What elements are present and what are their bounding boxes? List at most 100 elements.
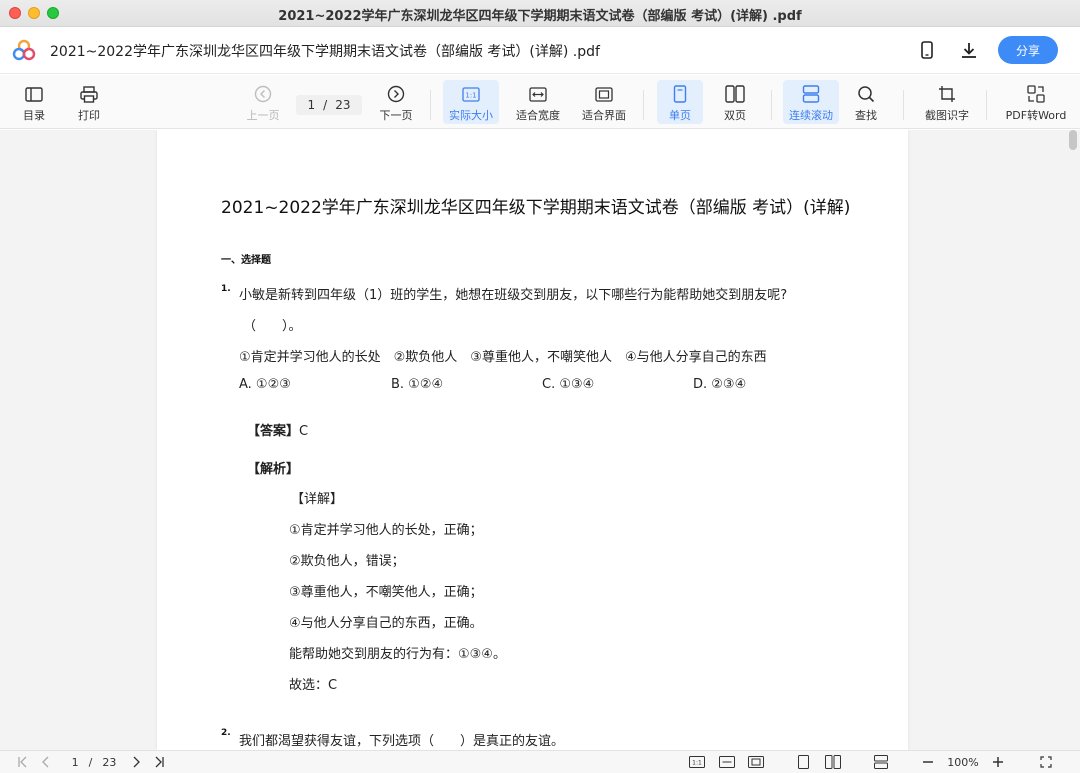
analysis-label: 【解析】 [247,462,300,477]
print-label: 打印 [78,109,100,122]
sidebar-icon [23,84,45,104]
search-label: 查找 [855,109,877,122]
next-page-label: 下一页 [379,109,413,122]
page-number-input[interactable]: 1 / 23 [296,95,362,115]
search-button[interactable]: 查找 [846,80,886,124]
detail-line: ③尊重他人，不嘲笑他人，正确； [289,585,483,600]
question-blank: （ ）。 [243,319,302,334]
zoom-out-icon[interactable] [920,754,936,770]
total-pages: 23 [335,98,351,112]
detail-line: 故选：C [289,678,338,693]
printer-icon [78,84,100,104]
detail-line: 能帮助她交到朋友的行为有：①③④。 [289,647,506,662]
prev-page-icon[interactable] [38,754,54,770]
detail-line: ④与他人分享自己的东西，正确。 [289,616,483,631]
svg-text:1:1: 1:1 [465,91,476,99]
fit-page-button[interactable]: 适合界面 [578,80,630,124]
fit-page-small-icon[interactable] [747,754,765,770]
status-total-pages: 23 [102,755,117,769]
share-button[interactable]: 分享 [998,36,1058,64]
crop-icon [936,84,958,104]
first-page-icon[interactable] [14,754,32,770]
convert-icon [1025,84,1047,104]
continuous-scroll-icon [800,84,822,104]
window-titlebar: 2021~2022学年广东深圳龙华区四年级下学期期末语文试卷（部编版 考试）(详… [0,0,1080,27]
chevron-right-circle-icon [385,84,407,104]
prev-page-label: 上一页 [246,109,280,122]
fit-width-icon [527,84,549,104]
pdf-to-word-button[interactable]: PDF转Word [1002,80,1070,124]
toc-button[interactable]: 目录 [14,80,54,124]
pdf-page: 2021~2022学年广东深圳龙华区四年级下学期期末语文试卷（部编版 考试）(详… [157,130,908,750]
zoom-in-icon[interactable] [990,754,1006,770]
fit-width-small-icon[interactable] [718,754,736,770]
vertical-scrollbar[interactable] [1069,130,1077,150]
answer-value: C [299,424,309,439]
status-page-separator: / [88,755,93,769]
question-number: 2. [221,728,231,738]
toolbar-divider [643,90,644,120]
toolbar-divider [430,90,431,120]
toolbar-divider [986,90,987,120]
print-button[interactable]: 打印 [69,80,109,124]
question-text: 小敏是新转到四年级（1）班的学生，她想在班级交到朋友，以下哪些行为能帮助她交到朋… [239,288,788,303]
fit-page-icon [593,84,615,104]
toc-label: 目录 [23,109,45,122]
pdf-title: 2021~2022学年广东深圳龙华区四年级下学期期末语文试卷（部编版 考试）(详… [221,198,851,218]
question-number: 1. [221,284,231,294]
actual-size-small-icon[interactable]: 1:1 [688,754,706,770]
option-c: C. ①③④ [542,377,595,392]
double-page-button[interactable]: 双页 [712,80,758,124]
section-heading: 一、选择题 [221,255,271,266]
app-logo-icon [12,39,36,61]
next-page-icon[interactable] [128,754,144,770]
option-b: B. ①②④ [391,377,444,392]
window-title: 2021~2022学年广东深圳龙华区四年级下学期期末语文试卷（部编版 考试）(详… [278,9,802,24]
chevron-left-circle-icon [252,84,274,104]
last-page-icon[interactable] [150,754,168,770]
document-title: 2021~2022学年广东深圳龙华区四年级下学期期末语文试卷（部编版 考试）(详… [50,44,600,60]
toolbar-divider [903,90,904,120]
fit-width-button[interactable]: 适合宽度 [512,80,564,124]
download-icon[interactable] [958,39,980,61]
current-page: 1 [307,98,316,112]
pdf-to-word-label: PDF转Word [1005,109,1067,122]
answer: 【答案】C [247,420,308,439]
document-viewport[interactable]: 2021~2022学年广东深圳龙华区四年级下学期期末语文试卷（部编版 考试）(详… [0,130,1080,750]
status-current-page: 1 [71,755,79,769]
ocr-label: 截图识字 [925,109,969,122]
svg-text:1:1: 1:1 [692,760,702,767]
actual-size-icon: 1:1 [460,84,482,104]
double-page-icon [724,84,746,104]
search-icon [855,84,877,104]
zoom-level[interactable]: 100% [943,754,983,770]
page-separator: / [323,98,328,112]
fit-width-label: 适合宽度 [516,109,560,122]
status-page-indicator[interactable]: 1 / 23 [64,754,124,770]
fit-page-label: 适合界面 [582,109,626,122]
prev-page-button[interactable]: 上一页 [243,80,283,124]
ocr-button[interactable]: 截图识字 [919,80,975,124]
phone-icon[interactable] [916,39,938,61]
double-page-small-icon[interactable] [824,754,842,770]
toolbar-divider [771,90,772,120]
option-a: A. ①②③ [239,377,291,392]
fullscreen-icon[interactable] [1038,754,1054,770]
detail-line: ①肯定并学习他人的长处，正确； [289,523,483,538]
continuous-scroll-button[interactable]: 连续滚动 [783,80,839,124]
single-page-label: 单页 [669,109,691,122]
next-page-button[interactable]: 下一页 [376,80,416,124]
single-page-small-icon[interactable] [796,754,810,770]
actual-size-label: 实际大小 [449,109,493,122]
detail-line: ②欺负他人，错误； [289,554,405,569]
question-text: 我们都渴望获得友谊，下列选项（ ）是真正的友谊。 [239,734,565,749]
single-page-icon [669,84,691,104]
continuous-scroll-small-icon[interactable] [872,754,890,770]
continuous-scroll-label: 连续滚动 [789,109,833,122]
single-page-button[interactable]: 单页 [657,80,703,124]
status-bar: 1 / 23 1:1 100% [0,750,1080,773]
actual-size-button[interactable]: 1:1 实际大小 [443,80,499,124]
option-d: D. ②③④ [693,377,747,392]
question-items: ①肯定并学习他人的长处 ②欺负他人 ③尊重他人，不嘲笑他人 ④与他人分享自己的东… [239,350,767,365]
detail-label: 【详解】 [291,492,344,507]
